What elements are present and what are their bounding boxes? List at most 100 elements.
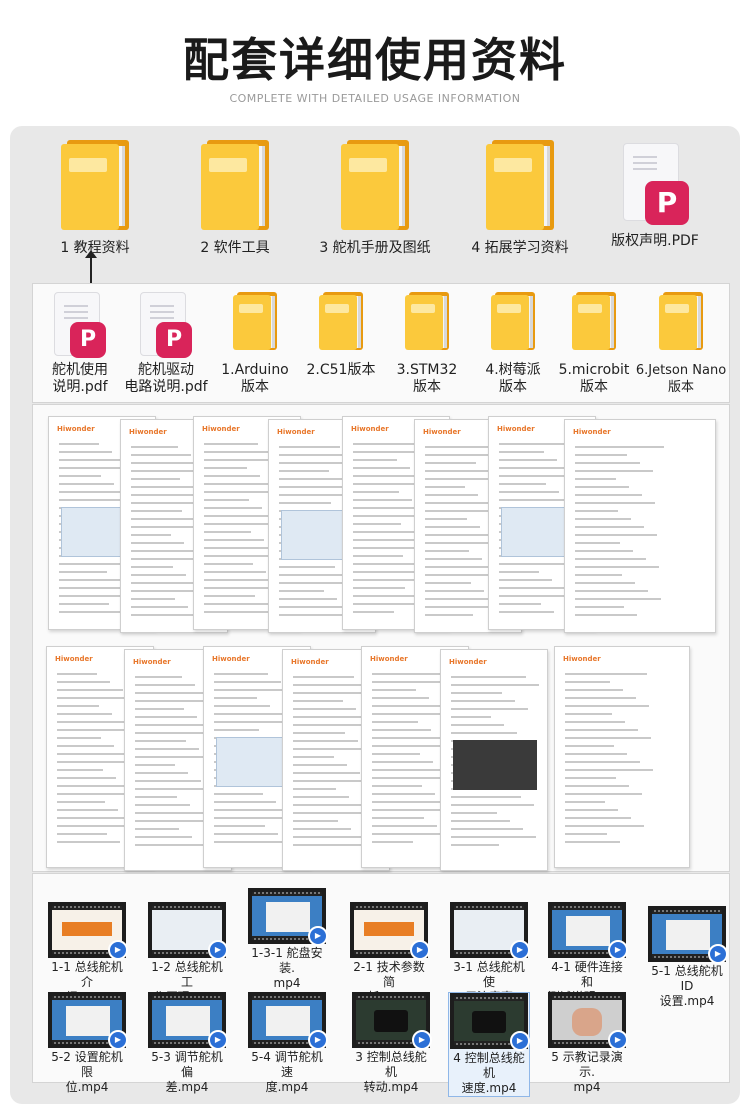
video-thumbnail: ▶ [48,992,128,1050]
doc-brand: Hiwonder [212,655,250,663]
folder-label: 3.STM32 版本 [396,362,458,395]
video-file-item[interactable]: ▶ 3 控制总线舵机 转动.mp4 [350,992,432,1095]
play-icon: ▶ [410,940,430,960]
doc-brand: Hiwonder [351,425,389,433]
pdf-label: 版权声明.PDF [611,233,699,249]
document-page-preview: Hiwonder [554,646,690,868]
document-page-preview: Hiwonder [564,419,716,633]
video-file-item[interactable]: ▶ 4 控制总线舵机 速度.mp4 [448,992,530,1097]
video-file-item[interactable]: ▶ 5-3 调节舵机偏 差.mp4 [146,992,228,1095]
doc-brand: Hiwonder [563,655,601,663]
doc-brand: Hiwonder [449,658,487,666]
folder-label: 2.C51版本 [306,362,376,378]
folder-label: 6.Jetson Nano 版本 [635,363,727,395]
play-icon: ▶ [108,1030,128,1050]
pdf-item-usage[interactable]: P 舵机使用 说明.pdf [40,292,120,396]
video-thumbnail: ▶ [548,992,628,1050]
doc-brand: Hiwonder [291,658,329,666]
play-icon: ▶ [208,940,228,960]
video-file-item[interactable]: ▶2-1 技术参数简析.mp4 [348,902,430,1005]
doc-brand: Hiwonder [202,425,240,433]
video-file-name: 1-3-1 舵盘安装. mp4 [251,946,323,990]
video-file-item[interactable]: ▶1-1 总线舵机介绍.mp4 [46,902,128,1005]
play-icon: ▶ [510,1031,530,1051]
folder-item-c51[interactable]: 2.C51版本 [298,292,384,379]
doc-brand: Hiwonder [277,428,315,436]
pdf-item-driver[interactable]: P 舵机驱动 电路说明.pdf [118,292,214,396]
pdf-icon: P [140,292,192,358]
folder-icon [341,140,409,230]
video-file-item[interactable]: ▶ 5-2 设置舵机限 位.mp4 [46,992,128,1095]
video-file-name: 5-4 调节舵机速 度.mp4 [251,1050,323,1094]
video-thumbnail: ▶ [352,992,432,1050]
doc-brand: Hiwonder [129,428,167,436]
play-icon: ▶ [108,940,128,960]
folder-icon [319,292,363,350]
pdf-icon: P [623,143,689,225]
play-icon: ▶ [608,940,628,960]
video-file-item[interactable]: ▶ 5-1 总线舵机ID 设置.mp4 [646,906,728,1009]
folder-icon [201,140,269,230]
video-file-name: 5-3 调节舵机偏 差.mp4 [151,1050,223,1094]
folder-icon [572,292,616,350]
folder-label: 1.Arduino 版本 [221,362,289,395]
folder-item-stm32[interactable]: 3.STM32 版本 [384,292,470,396]
folder-item-microbit[interactable]: 5.microbit 版本 [552,292,636,396]
folder-item-raspberrypi[interactable]: 4.树莓派 版本 [470,292,556,396]
video-file-item[interactable]: ▶ 1-3-1 舵盘安装. mp4 [246,888,328,991]
doc-brand: Hiwonder [370,655,408,663]
folder-label: 4 拓展学习资料 [471,240,569,256]
folder-item-tutorial[interactable]: 1 教程资料 [50,140,140,257]
video-file-item[interactable]: ▶1-2 总线舵机工作原理.mp4 [146,902,228,1005]
video-thumbnail: ▶ [450,902,530,960]
video-thumbnail: ▶ [148,902,228,960]
video-thumbnail: ▶ [548,902,628,960]
video-thumbnail: ▶ [248,888,328,946]
doc-brand: Hiwonder [55,655,93,663]
folder-icon [61,140,129,230]
document-page-preview: Hiwonder [440,649,548,871]
folder-icon [405,292,449,350]
doc-brand: Hiwonder [497,425,535,433]
video-thumbnail: ▶ [450,993,530,1051]
folder-item-jetson[interactable]: 6.Jetson Nano 版本 [632,292,730,396]
folder-label: 2 软件工具 [200,240,270,256]
video-file-item[interactable]: ▶ 5-4 调节舵机速 度.mp4 [246,992,328,1095]
video-file-name: 5-2 设置舵机限 位.mp4 [51,1050,123,1094]
play-icon: ▶ [412,1030,432,1050]
doc-brand: Hiwonder [57,425,95,433]
folder-item-arduino[interactable]: 1.Arduino 版本 [212,292,298,396]
page-subtitle: COMPLETE WITH DETAILED USAGE INFORMATION [229,92,521,105]
folder-icon [233,292,277,350]
doc-brand: Hiwonder [573,428,611,436]
video-file-name: 3 控制总线舵机 转动.mp4 [355,1050,427,1094]
video-thumbnail: ▶ [248,992,328,1050]
folder-icon [486,140,554,230]
play-icon: ▶ [510,940,530,960]
doc-brand: Hiwonder [423,428,461,436]
video-thumbnail: ▶ [48,902,128,960]
folder-item-extension[interactable]: 4 拓展学习资料 [460,140,580,257]
play-icon: ▶ [708,944,728,964]
folder-label: 4.树莓派 版本 [485,362,541,395]
doc-brand: Hiwonder [133,658,171,666]
pdf-item-copyright[interactable]: P 版权声明.PDF [600,143,710,250]
video-file-name: 4 控制总线舵机 速度.mp4 [453,1051,525,1095]
pdf-icon: P [54,292,106,358]
video-file-name: 5 示教记录演示. mp4 [551,1050,623,1094]
folder-label: 5.microbit 版本 [558,362,630,395]
play-icon: ▶ [308,926,328,946]
video-thumbnail: ▶ [148,992,228,1050]
video-file-item[interactable]: ▶ 5 示教记录演示. mp4 [546,992,628,1095]
video-file-item[interactable]: ▶4-1 硬件连接和测试说明.mp4 [546,902,628,1005]
page-title: 配套详细使用资料 [183,33,567,87]
arrow-up-icon [85,250,97,284]
play-icon: ▶ [308,1030,328,1050]
video-thumbnail: ▶ [350,902,430,960]
folder-item-manual[interactable]: 3 舵机手册及图纸 [310,140,440,257]
folder-item-software[interactable]: 2 软件工具 [185,140,285,257]
folder-icon [491,292,535,350]
play-icon: ▶ [208,1030,228,1050]
video-thumbnail: ▶ [648,906,728,964]
video-file-name: 5-1 总线舵机ID 设置.mp4 [651,964,723,1008]
